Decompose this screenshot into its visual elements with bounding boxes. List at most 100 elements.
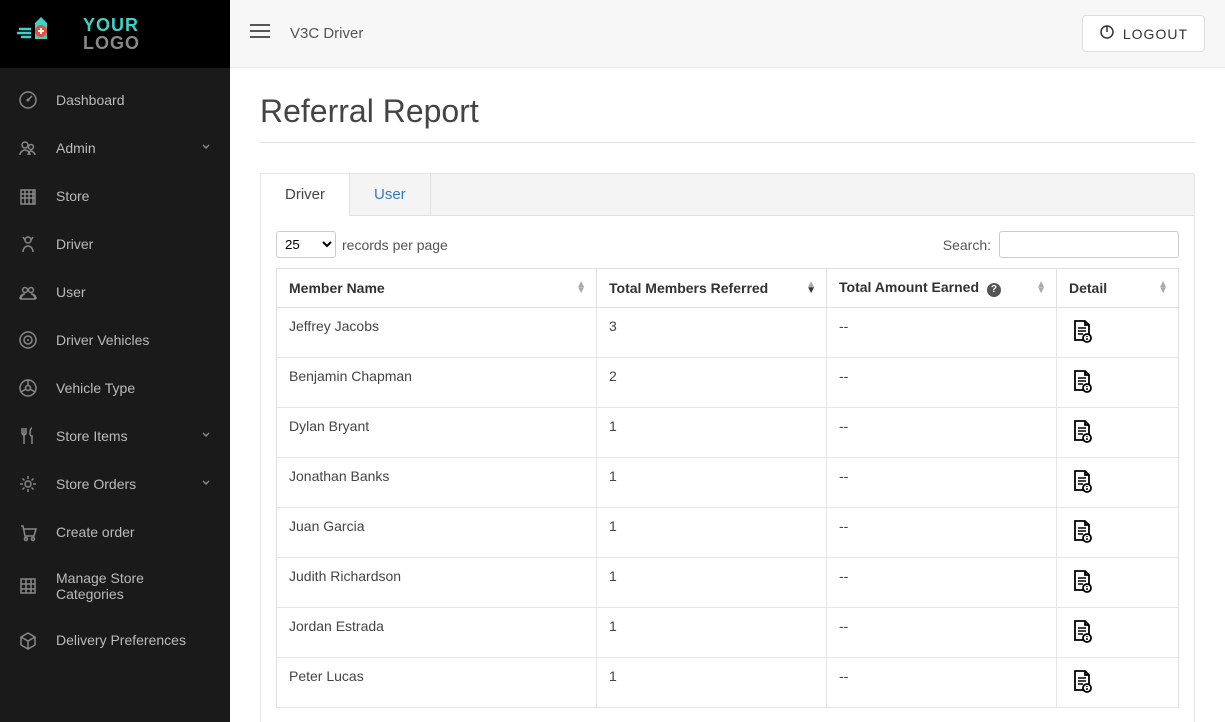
tabs: DriverUser — [261, 174, 1194, 216]
hamburger-icon[interactable] — [250, 24, 270, 43]
store-icon — [18, 186, 38, 206]
cell-detail — [1057, 357, 1179, 407]
detail-icon[interactable] — [1069, 318, 1095, 347]
sort-icon: ▲▼ — [1036, 282, 1046, 294]
sidebar: YOUR LOGO DashboardAdminStoreDriverUserD… — [0, 0, 230, 722]
topbar: V3C Driver LOGOUT — [230, 0, 1225, 68]
sidebar-item-label: Vehicle Type — [56, 380, 212, 396]
sidebar-item-label: Create order — [56, 524, 212, 540]
cell-member: Jordan Estrada — [277, 607, 597, 657]
table-row: Peter Lucas1-- — [277, 657, 1179, 707]
cell-detail — [1057, 557, 1179, 607]
box-icon — [18, 630, 38, 650]
logo-text-1: YOUR — [83, 16, 140, 34]
table-controls: 25 records per page Search: — [276, 231, 1179, 258]
sidebar-item-store-orders[interactable]: Store Orders — [0, 460, 230, 508]
cell-referred: 1 — [597, 507, 827, 557]
cell-referred: 1 — [597, 557, 827, 607]
records-select[interactable]: 25 — [276, 231, 336, 258]
cell-referred: 1 — [597, 607, 827, 657]
chevron-down-icon — [200, 428, 212, 444]
power-icon — [1099, 24, 1115, 43]
col-amount-earned[interactable]: Total Amount Earned ? ▲▼ — [827, 269, 1057, 308]
sidebar-item-label: Dashboard — [56, 92, 212, 108]
sidebar-item-label: Driver Vehicles — [56, 332, 212, 348]
sort-icon: ▲▼ — [1158, 282, 1168, 294]
sidebar-item-dashboard[interactable]: Dashboard — [0, 76, 230, 124]
sidebar-item-vehicle-type[interactable]: Vehicle Type — [0, 364, 230, 412]
cell-detail — [1057, 657, 1179, 707]
sidebar-item-store[interactable]: Store — [0, 172, 230, 220]
table-row: Judith Richardson1-- — [277, 557, 1179, 607]
detail-icon[interactable] — [1069, 418, 1095, 447]
gear-icon — [18, 474, 38, 494]
cell-amount: -- — [827, 657, 1057, 707]
users-icon — [18, 282, 38, 302]
chevron-down-icon — [200, 140, 212, 156]
table-row: Dylan Bryant1-- — [277, 407, 1179, 457]
dashboard-icon — [18, 90, 38, 110]
divider — [260, 142, 1195, 143]
breadcrumb: V3C Driver — [290, 25, 1062, 42]
nav-list: Dashboard Admin Store Driver User Driver Vehi… — [0, 68, 230, 672]
admin-icon — [18, 138, 38, 158]
detail-icon[interactable] — [1069, 668, 1095, 697]
cell-member: Jeffrey Jacobs — [277, 307, 597, 357]
sidebar-item-admin[interactable]: Admin — [0, 124, 230, 172]
cart-icon — [18, 522, 38, 542]
detail-icon[interactable] — [1069, 518, 1095, 547]
cell-amount: -- — [827, 507, 1057, 557]
content: Referral Report DriverUser 25 records pe… — [230, 68, 1225, 722]
search-input[interactable] — [999, 231, 1179, 258]
sidebar-item-create-order[interactable]: Create order — [0, 508, 230, 556]
table-row: Jonathan Banks1-- — [277, 457, 1179, 507]
table-row: Benjamin Chapman2-- — [277, 357, 1179, 407]
sidebar-item-user[interactable]: User — [0, 268, 230, 316]
sidebar-item-label: Store — [56, 188, 212, 204]
cell-amount: -- — [827, 407, 1057, 457]
sort-icon: ▲▼ — [806, 282, 816, 294]
logo[interactable]: YOUR LOGO — [0, 0, 230, 68]
sidebar-item-driver[interactable]: Driver — [0, 220, 230, 268]
cell-member: Peter Lucas — [277, 657, 597, 707]
logout-button[interactable]: LOGOUT — [1082, 15, 1205, 52]
records-control: 25 records per page — [276, 231, 448, 258]
wheel-icon — [18, 378, 38, 398]
table-row: Jordan Estrada1-- — [277, 607, 1179, 657]
sidebar-item-store-items[interactable]: Store Items — [0, 412, 230, 460]
cell-referred: 2 — [597, 357, 827, 407]
cell-member: Judith Richardson — [277, 557, 597, 607]
referral-table: Member Name ▲▼ Total Members Referred ▲▼… — [276, 268, 1179, 708]
cell-detail — [1057, 607, 1179, 657]
table-wrap: 25 records per page Search: — [261, 216, 1194, 722]
sidebar-item-driver-vehicles[interactable]: Driver Vehicles — [0, 316, 230, 364]
target-icon — [18, 330, 38, 350]
cell-detail — [1057, 457, 1179, 507]
sidebar-item-delivery-preferences[interactable]: Delivery Preferences — [0, 616, 230, 664]
help-icon[interactable]: ? — [987, 283, 1001, 297]
col-member-name[interactable]: Member Name ▲▼ — [277, 269, 597, 308]
grid-icon — [18, 576, 38, 596]
sidebar-item-label: Driver — [56, 236, 212, 252]
search-control: Search: — [943, 231, 1179, 258]
detail-icon[interactable] — [1069, 618, 1095, 647]
cell-amount: -- — [827, 607, 1057, 657]
detail-icon[interactable] — [1069, 368, 1095, 397]
sidebar-item-label: User — [56, 284, 212, 300]
cell-detail — [1057, 407, 1179, 457]
tab-driver[interactable]: Driver — [261, 174, 350, 216]
sidebar-item-label: Admin — [56, 140, 182, 156]
cell-member: Dylan Bryant — [277, 407, 597, 457]
sidebar-item-manage-store-categories[interactable]: Manage Store Categories — [0, 556, 230, 616]
search-label: Search: — [943, 237, 991, 253]
report-panel: DriverUser 25 records per page Search: — [260, 173, 1195, 722]
cell-member: Juan Garcia — [277, 507, 597, 557]
cell-member: Benjamin Chapman — [277, 357, 597, 407]
detail-icon[interactable] — [1069, 468, 1095, 497]
detail-icon[interactable] — [1069, 568, 1095, 597]
col-total-referred[interactable]: Total Members Referred ▲▼ — [597, 269, 827, 308]
cell-detail — [1057, 307, 1179, 357]
col-detail[interactable]: Detail ▲▼ — [1057, 269, 1179, 308]
tab-user[interactable]: User — [350, 174, 431, 215]
cell-referred: 1 — [597, 407, 827, 457]
